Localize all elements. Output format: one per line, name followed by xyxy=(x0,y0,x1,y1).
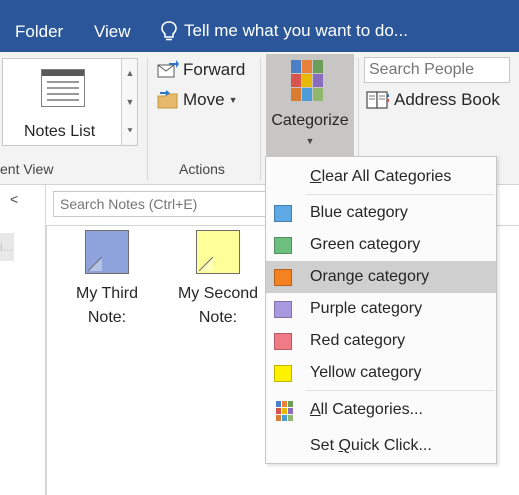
menu-purple-category[interactable]: Purple category xyxy=(266,293,496,325)
address-book-button[interactable]: Address Book xyxy=(366,90,500,110)
menu-set-quick-click[interactable]: Set Quick Click... xyxy=(266,430,496,462)
tell-me-text: Tell me what you want to do... xyxy=(184,21,408,40)
tab-view[interactable]: View xyxy=(94,22,131,42)
green-category-label: Green category xyxy=(310,236,421,253)
categorize-menu: Clear All Categories Blue category Green… xyxy=(265,156,497,464)
search-notes-input[interactable] xyxy=(53,191,273,217)
ribbon-tab-bar: Folder View Tell me what you want to do.… xyxy=(0,0,519,52)
forward-label: Forward xyxy=(183,60,246,79)
note-title-line1: My Third xyxy=(76,285,138,302)
note-title-line2: Note: xyxy=(198,309,238,326)
menu-green-category[interactable]: Green category xyxy=(266,229,496,261)
purple-swatch-icon xyxy=(274,301,292,318)
note-icon xyxy=(85,230,129,274)
current-view-gallery: Notes List ▲ ▼ ⯆ xyxy=(2,58,138,146)
move-folder-icon xyxy=(157,90,178,109)
menu-orange-category[interactable]: Orange category xyxy=(266,261,496,293)
menu-clear-all-categories[interactable]: Clear All Categories xyxy=(266,161,496,193)
move-label: Move xyxy=(183,90,225,109)
red-swatch-icon xyxy=(274,333,292,350)
group-label-actions: Actions xyxy=(179,161,225,177)
group-divider xyxy=(260,58,261,180)
collapse-pane-chevron-icon[interactable]: < xyxy=(10,191,18,207)
tab-folder[interactable]: Folder xyxy=(15,22,63,42)
folder-pane-partial-text: i... xyxy=(0,240,13,254)
blue-category-label: Blue category xyxy=(310,204,408,221)
notes-list-view-button[interactable]: Notes List xyxy=(3,59,121,145)
group-divider xyxy=(147,58,148,180)
orange-swatch-icon xyxy=(274,269,292,286)
address-book-icon xyxy=(366,91,389,109)
clear-all-label: lear All Categories xyxy=(321,168,452,185)
note-title-line1: My Second xyxy=(177,285,259,302)
clear-all-accelerator: C xyxy=(310,168,322,185)
menu-divider xyxy=(306,194,494,195)
yellow-swatch-icon xyxy=(274,365,292,382)
categorize-icon xyxy=(291,60,324,102)
lightbulb-icon xyxy=(161,21,177,41)
address-book-label: Address Book xyxy=(394,90,500,109)
note-icon xyxy=(196,230,240,274)
all-categories-icon xyxy=(276,401,294,421)
group-label-current-view: ent View xyxy=(0,161,54,177)
notes-list-icon xyxy=(41,69,85,107)
menu-all-categories[interactable]: All Categories... xyxy=(266,394,496,426)
gallery-up-arrow-icon[interactable]: ▲ xyxy=(122,59,138,87)
blue-swatch-icon xyxy=(274,205,292,222)
set-quick-click-prefix: Set xyxy=(310,437,339,454)
set-quick-click-accelerator: Q xyxy=(338,437,351,454)
set-quick-click-label: uick Click... xyxy=(350,437,432,454)
menu-divider xyxy=(306,390,494,391)
categorize-label: Categorize xyxy=(271,112,349,129)
menu-blue-category[interactable]: Blue category xyxy=(266,197,496,229)
move-dropdown-caret-icon[interactable]: ▼ xyxy=(229,95,238,105)
search-people-input[interactable] xyxy=(364,57,510,83)
tell-me-box[interactable]: Tell me what you want to do... xyxy=(160,20,408,42)
gallery-scrollbar[interactable]: ▲ ▼ ⯆ xyxy=(121,59,137,145)
all-categories-accelerator: A xyxy=(310,401,321,418)
note-title-line2: Note: xyxy=(87,309,127,326)
gallery-down-arrow-icon[interactable]: ▼ xyxy=(122,88,138,116)
all-categories-label: ll Categories... xyxy=(320,401,423,418)
green-swatch-icon xyxy=(274,237,292,254)
purple-category-label: Purple category xyxy=(310,300,423,317)
notes-list-label: Notes List xyxy=(24,123,96,140)
forward-icon xyxy=(157,60,179,78)
move-button[interactable]: Move ▼ xyxy=(157,90,238,110)
menu-red-category[interactable]: Red category xyxy=(266,325,496,357)
orange-category-label: Orange category xyxy=(310,268,430,285)
categorize-button[interactable]: Categorize ▼ xyxy=(266,54,354,157)
yellow-category-label: Yellow category xyxy=(310,364,422,381)
gallery-more-icon[interactable]: ⯆ xyxy=(122,117,138,145)
menu-yellow-category[interactable]: Yellow category xyxy=(266,357,496,389)
categorize-dropdown-caret-icon: ▼ xyxy=(305,136,315,146)
folder-pane: < i... xyxy=(0,185,46,495)
red-category-label: Red category xyxy=(310,332,406,349)
forward-button[interactable]: Forward xyxy=(157,60,245,80)
